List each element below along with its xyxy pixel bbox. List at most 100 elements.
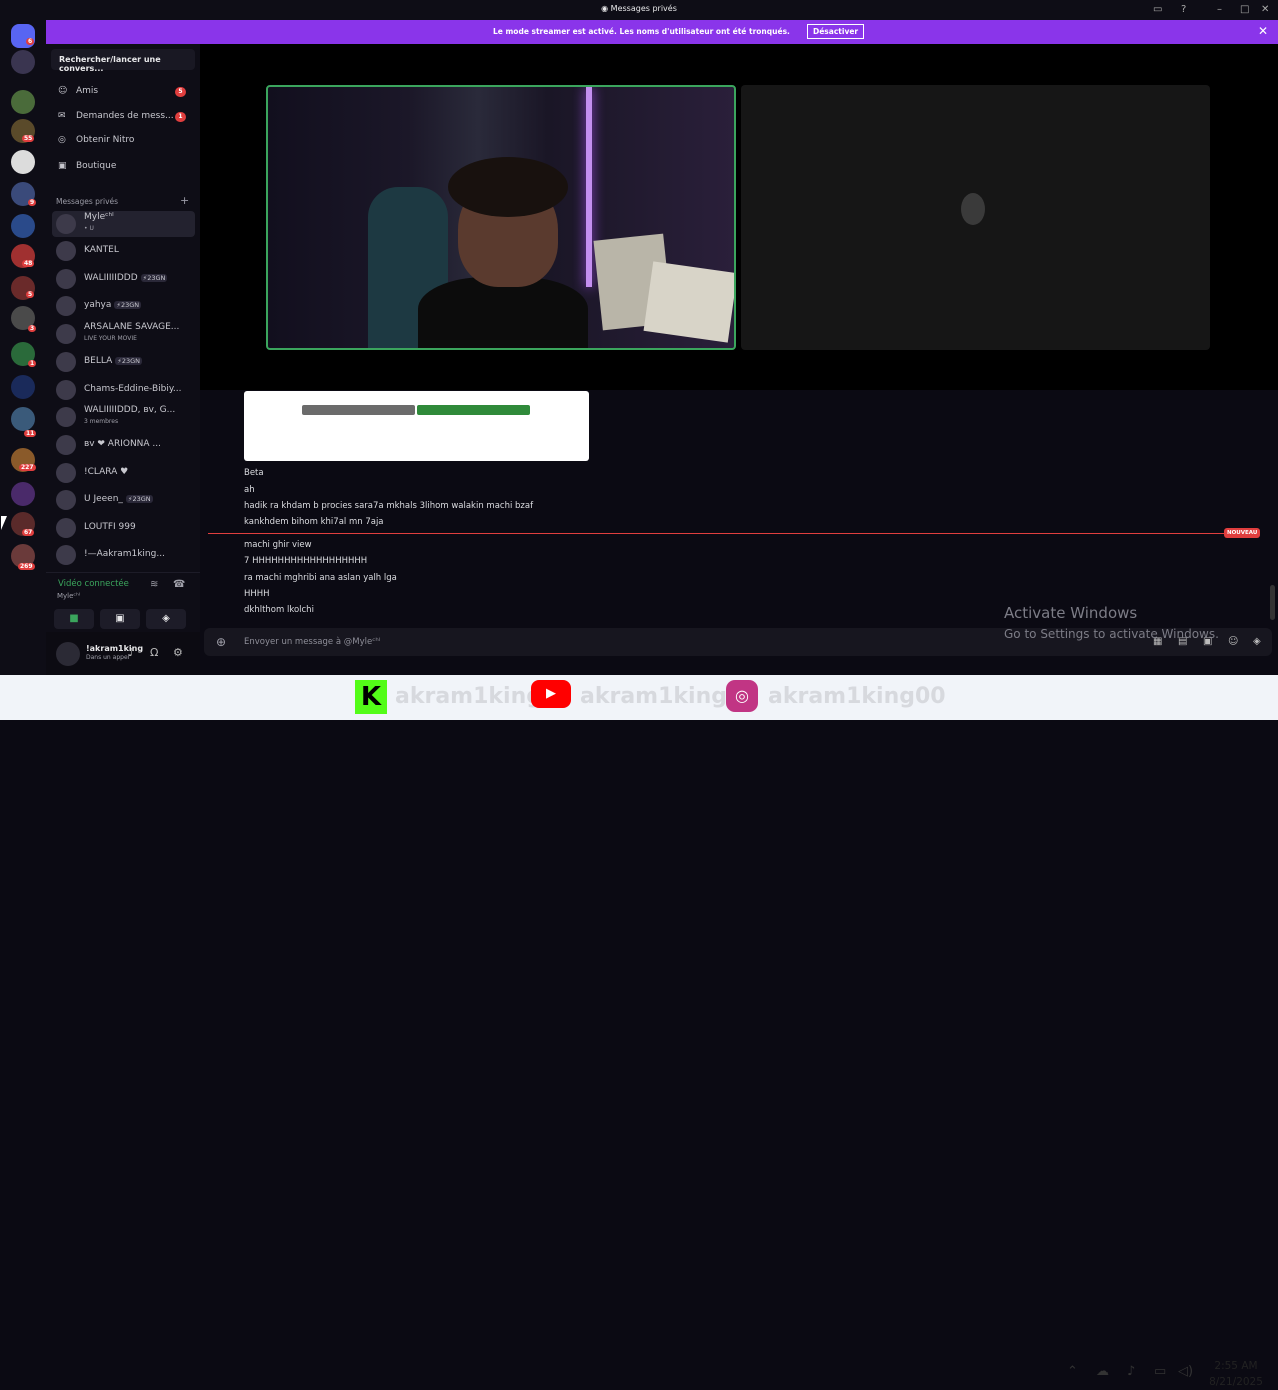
dm-item[interactable]: KANTEL xyxy=(52,238,195,264)
participant-avatar xyxy=(961,193,985,225)
headphones-icon[interactable]: Ω xyxy=(150,646,158,659)
composer-placeholder[interactable]: Envoyer un message à @Myleᶜʰˡ xyxy=(244,637,380,647)
avatar xyxy=(56,407,76,427)
message-text: ah xyxy=(244,485,255,495)
dm-item[interactable]: !CLARA ♥ xyxy=(52,460,195,486)
camera-icon: ■ xyxy=(69,613,79,624)
network-icon[interactable]: ▭ xyxy=(1154,1364,1166,1379)
help-icon[interactable]: ? xyxy=(1181,4,1186,15)
message-text: HHHH xyxy=(244,589,270,599)
apps-icon[interactable]: ◈ xyxy=(1253,636,1261,647)
server-badge: 1 xyxy=(28,360,37,367)
attachment-image[interactable] xyxy=(244,391,589,461)
image-button-grey xyxy=(302,405,415,415)
led-strip xyxy=(586,87,592,287)
settings-gear-icon[interactable]: ⚙ xyxy=(173,646,183,659)
clock[interactable]: 2:55 AM 8/21/2025 xyxy=(1206,1358,1266,1390)
disable-streamer-button[interactable]: Désactiver xyxy=(807,24,865,39)
friends-icon: ☺ xyxy=(58,86,68,96)
server-badge: 6 xyxy=(26,38,35,45)
message-text: kankhdem bihom khi7al mn 7aja xyxy=(244,517,384,527)
message-text: 7 HHHHHHHHHHHHHHHHHH xyxy=(244,556,368,566)
avatar xyxy=(56,214,76,234)
server-icon[interactable] xyxy=(11,150,35,174)
maximize-button[interactable]: □ xyxy=(1240,4,1249,15)
video-call-area: ♪̸ xyxy=(200,44,1278,390)
message-text: machi ghir view xyxy=(244,540,312,550)
nav-friends[interactable]: ☺ Amis 5 xyxy=(52,82,196,102)
server-icon[interactable] xyxy=(11,482,35,506)
avatar[interactable] xyxy=(56,642,80,666)
search-input[interactable]: Rechercher/lancer une convers... xyxy=(51,49,195,73)
gamepad-icon: ◈ xyxy=(162,613,170,624)
screen-share-button[interactable]: ▣ xyxy=(100,609,140,629)
server-rail: 6 55 9 48 5 3 1 11 227 67 269 xyxy=(0,20,46,675)
activities-button[interactable]: ◈ xyxy=(146,609,186,629)
scrollbar[interactable] xyxy=(1270,585,1275,620)
dm-item[interactable]: WALIIIIIDDD, ʙᴠ, G... 3 membres xyxy=(52,404,195,430)
chevron-up-icon[interactable]: ⌃ xyxy=(1067,1364,1078,1379)
camera-button[interactable]: ■ xyxy=(54,609,94,629)
dm-item[interactable]: !—Aakram1king... xyxy=(52,542,195,568)
server-badge: 48 xyxy=(22,260,35,267)
microphone-icon[interactable]: ♪ xyxy=(128,646,135,659)
video-tile-other[interactable] xyxy=(741,85,1210,350)
main-content: ♪̸ Beta ah hadik ra khdam b procies sara… xyxy=(200,44,1278,675)
minimize-button[interactable]: – xyxy=(1217,4,1222,15)
dm-name: !—Aakram1king... xyxy=(84,549,165,559)
dm-name: KANTEL xyxy=(84,245,119,255)
message-text: Beta xyxy=(244,468,264,478)
volume-icon[interactable]: ◁) xyxy=(1178,1364,1193,1379)
dm-name: yahya xyxy=(84,300,112,310)
dm-item[interactable]: LOUTFI 999 xyxy=(52,515,195,541)
close-window-button[interactable]: ✕ xyxy=(1261,4,1269,15)
dm-item[interactable]: Myleᶜʰˡ • U xyxy=(52,211,195,237)
avatar xyxy=(56,380,76,400)
avatar xyxy=(56,296,76,316)
discord-icon: ◉ xyxy=(601,4,611,13)
server-icon[interactable] xyxy=(11,407,35,431)
cloud-icon[interactable]: ☁ xyxy=(1096,1364,1109,1379)
video-tile-active[interactable] xyxy=(266,85,736,350)
person-hair xyxy=(448,157,568,217)
dm-name: !CLARA ♥ xyxy=(84,467,129,477)
dm-name: U Jeeen_ xyxy=(84,494,123,504)
streamer-mode-banner: Le mode streamer est activé. Les noms d'… xyxy=(46,20,1278,44)
dm-sidebar: Rechercher/lancer une convers... ☺ Amis … xyxy=(46,44,200,675)
screen-share-icon: ▣ xyxy=(115,613,125,624)
dm-item[interactable]: WALIIIIIDDD ⚡23GN xyxy=(52,266,195,292)
clock-time: 2:55 AM xyxy=(1214,1360,1258,1372)
mouse-cursor xyxy=(1,516,7,530)
server-badge: 67 xyxy=(22,529,35,536)
dm-item[interactable]: U Jeeen_ ⚡23GN xyxy=(52,487,195,513)
dm-subtext: 3 membres xyxy=(84,418,119,425)
user-panel: !akram1king Dans un appel ♪ Ω ⚙ xyxy=(46,632,200,675)
close-banner-icon[interactable]: ✕ xyxy=(1258,24,1268,38)
nav-shop[interactable]: ▣ Boutique xyxy=(52,157,196,177)
new-messages-divider xyxy=(208,533,1260,534)
dm-item[interactable]: BELLA ⚡23GN xyxy=(52,349,195,375)
emoji-icon[interactable]: ☺ xyxy=(1228,636,1238,647)
image-button-green xyxy=(417,405,530,415)
dm-name: ʙᴠ ❤ ARIONNA ... xyxy=(84,439,162,449)
disconnect-icon[interactable]: ☎ xyxy=(173,579,185,590)
guild-tag: ⚡23GN xyxy=(114,301,142,309)
server-icon[interactable] xyxy=(11,50,35,74)
microphone-tray-icon[interactable]: ♪ xyxy=(1127,1364,1135,1379)
add-attachment-icon[interactable]: ⊕ xyxy=(216,635,226,649)
dm-item[interactable]: ARSALANE SAVAGE... LIVE YOUR MOVIE xyxy=(52,321,195,347)
guild-tag: ⚡23GN xyxy=(140,274,168,282)
nav-nitro[interactable]: ◎ Obtenir Nitro xyxy=(52,131,196,151)
dm-item[interactable]: Chams-Eddine-Bibiy... xyxy=(52,377,195,403)
server-icon[interactable] xyxy=(11,214,35,238)
noise-suppression-icon[interactable]: ≋ xyxy=(150,579,158,590)
nav-message-requests[interactable]: ✉ Demandes de mess... 1 xyxy=(52,107,196,127)
dm-item[interactable]: yahya ⚡23GN xyxy=(52,293,195,319)
person-body xyxy=(418,277,588,348)
server-icon[interactable] xyxy=(11,375,35,399)
message-requests-icon: ✉ xyxy=(58,111,66,121)
inbox-icon[interactable]: ▭ xyxy=(1153,4,1162,15)
create-dm-icon[interactable]: + xyxy=(180,194,189,207)
server-icon[interactable] xyxy=(11,90,35,114)
dm-item[interactable]: ʙᴠ ❤ ARIONNA ... xyxy=(52,432,195,458)
